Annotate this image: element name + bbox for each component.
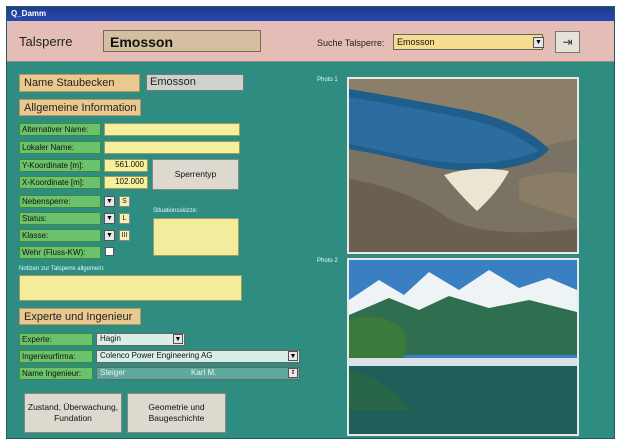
form-window: Q_Damm Talsperre Emosson Suche Talsperre…: [6, 6, 615, 439]
local-name-field[interactable]: [104, 141, 240, 154]
engineer-label: Name Ingenieur:: [19, 367, 93, 380]
status-label: Status:: [19, 212, 101, 225]
weir-checkbox[interactable]: [105, 247, 114, 256]
spin-updown-icon[interactable]: ⇕: [288, 368, 298, 378]
chevron-down-icon[interactable]: ▼: [104, 230, 115, 241]
photo-2-mountain-lake[interactable]: [347, 258, 579, 436]
dam-type-button[interactable]: Sperrentyp: [152, 159, 239, 190]
chevron-down-icon[interactable]: ▼: [104, 196, 115, 207]
alt-name-label: Alternativer Name:: [19, 123, 101, 136]
chevron-down-icon[interactable]: ▼: [173, 334, 183, 344]
experts-heading: Experte und Ingenieur: [19, 308, 141, 325]
mountain-lake-image: [349, 260, 577, 434]
window-title: Q_Damm: [7, 7, 614, 21]
basin-name-field[interactable]: Emosson: [146, 74, 244, 91]
notes-label: Notizen zur Talsperre allgemein:: [19, 266, 105, 272]
engineer-combo[interactable]: Steiger Karl M.: [96, 367, 300, 380]
x-coord-field[interactable]: 102.000: [104, 176, 148, 189]
secondary-dam-value[interactable]: S: [119, 196, 130, 207]
class-label: Klasse:: [19, 229, 101, 242]
dam-lake-image: [349, 79, 577, 252]
search-label: Suche Talsperre:: [317, 38, 385, 48]
photo1-label: Photo 1: [317, 77, 338, 83]
chevron-down-icon[interactable]: ▼: [104, 213, 115, 224]
expert-label: Experte:: [19, 333, 93, 346]
condition-button[interactable]: Zustand, Überwachung, Fundation: [24, 393, 122, 433]
basin-name-label: Name Staubecken: [19, 74, 140, 92]
notes-field[interactable]: [19, 275, 242, 301]
firm-label: Ingenieurfirma:: [19, 350, 93, 363]
firm-combo[interactable]: Colenco Power Engineering AG: [96, 350, 300, 363]
x-coord-label: X-Koordinate [m]:: [19, 176, 101, 189]
photo-1-dam-lake[interactable]: [347, 77, 579, 254]
expert-combo[interactable]: Hagin: [96, 333, 185, 346]
status-value[interactable]: L: [119, 213, 130, 224]
sketch-area[interactable]: [153, 218, 239, 256]
dam-label: Talsperre: [19, 34, 73, 49]
chevron-down-icon[interactable]: ▼: [288, 351, 298, 361]
header-bar: Talsperre Emosson Suche Talsperre: Emoss…: [7, 21, 614, 62]
exit-button[interactable]: ⇥: [555, 31, 580, 53]
dam-name-field[interactable]: Emosson: [103, 30, 261, 52]
photo2-label: Photo 2: [317, 258, 338, 264]
search-dam-combo[interactable]: Emosson: [393, 34, 543, 50]
y-coord-label: Y-Koordinate [m]:: [19, 159, 101, 172]
sketch-label: Situationsskizze:: [153, 208, 198, 214]
chevron-down-icon[interactable]: ▼: [533, 37, 544, 48]
general-info-heading: Allgemeine Information: [19, 99, 141, 116]
weir-label: Wehr (Fluss-KW):: [19, 246, 101, 259]
secondary-dam-label: Nebensperre:: [19, 195, 101, 208]
geometry-button[interactable]: Geometrie und Baugeschichte: [127, 393, 226, 433]
engineer-first-name: Karl M.: [191, 368, 217, 377]
exit-door-icon: ⇥: [562, 35, 573, 49]
alt-name-field[interactable]: [104, 123, 240, 136]
engineer-last-name: Steiger: [100, 368, 126, 377]
y-coord-field[interactable]: 561.000: [104, 159, 148, 172]
class-value[interactable]: III: [119, 230, 130, 241]
local-name-label: Lokaler Name:: [19, 141, 101, 154]
